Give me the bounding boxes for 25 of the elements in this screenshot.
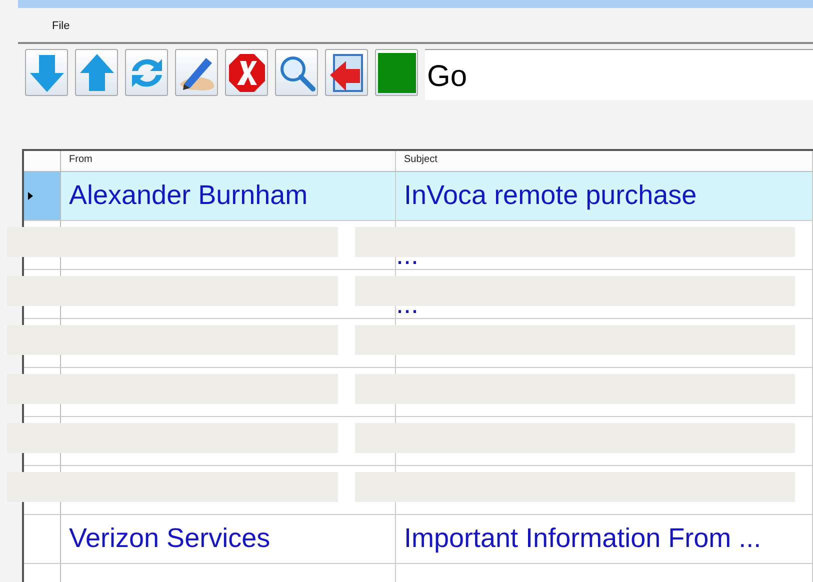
stop-sign-icon	[228, 52, 266, 92]
toolbar-button[interactable]	[125, 49, 168, 96]
column-header[interactable]: Subject	[396, 151, 813, 171]
toolbar-button[interactable]	[25, 49, 68, 96]
table-cell: Alexander Burnham	[69, 180, 308, 210]
table-cell: ...	[396, 291, 419, 318]
toolbar-button[interactable]	[325, 49, 368, 96]
table-cell: ...	[396, 242, 419, 269]
up-arrow-icon	[78, 52, 114, 92]
table-cell: Important Information From ...	[404, 523, 762, 553]
toolbar-button[interactable]	[75, 49, 118, 96]
toolbar-button[interactable]	[175, 49, 218, 96]
table-cell: Verizon Services	[69, 523, 270, 553]
toolbar-button[interactable]	[225, 49, 268, 96]
toolbar-button[interactable]	[275, 49, 318, 96]
square-icon	[378, 52, 416, 92]
toolbar-button[interactable]	[375, 49, 418, 96]
door-arrow-icon	[328, 52, 366, 92]
table-cell: InVoca remote purchase	[404, 180, 697, 210]
down-arrow-icon	[28, 52, 64, 92]
menu-item[interactable]: File	[52, 20, 70, 42]
go-field[interactable]: Go	[425, 49, 813, 100]
row-marker-icon	[28, 192, 33, 200]
search-icon	[278, 54, 316, 92]
column-header[interactable]: From	[61, 151, 396, 171]
